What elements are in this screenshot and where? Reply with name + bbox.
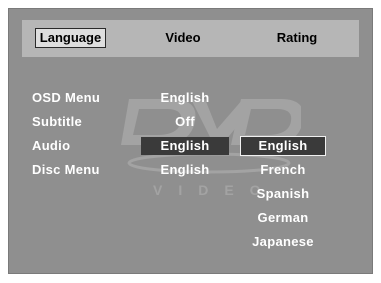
setting-value-audio[interactable]: English [141,137,229,155]
setting-value-subtitle[interactable]: Off [141,113,229,131]
setup-tab-bar: Language Video Rating [22,20,359,57]
audio-option-french[interactable]: French [241,161,325,179]
setting-value-disc-menu[interactable]: English [141,161,229,179]
tab-rating[interactable]: Rating [265,28,329,48]
audio-option-english[interactable]: English [240,136,326,156]
audio-option-spanish[interactable]: Spanish [241,185,325,203]
setting-label-osd-menu: OSD Menu [32,90,101,105]
setting-value-osd-menu[interactable]: English [141,89,229,107]
tab-language[interactable]: Language [35,28,106,48]
setting-label-subtitle: Subtitle [32,114,83,129]
dvd-setup-screen: Language Video Rating VIDEO OSD Menu Sub… [8,8,373,274]
setting-label-audio: Audio [32,138,71,153]
audio-option-japanese[interactable]: Japanese [241,233,325,251]
setting-label-disc-menu: Disc Menu [32,162,100,177]
audio-option-german[interactable]: German [241,209,325,227]
tab-video[interactable]: Video [153,28,213,48]
